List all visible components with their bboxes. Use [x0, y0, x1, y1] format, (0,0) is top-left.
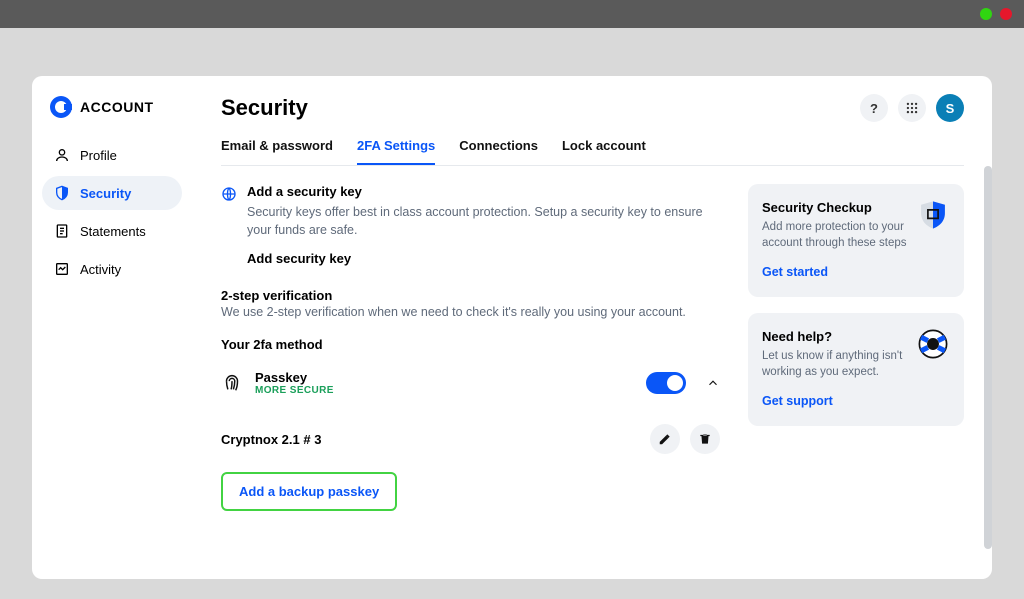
activity-icon [54, 261, 70, 277]
passkey-method-row: Passkey MORE SECURE [221, 370, 720, 396]
lifebuoy-icon [916, 327, 950, 361]
app-card: ACCOUNT Profile Security Statements Acti… [32, 76, 992, 579]
sidebar-item-statements[interactable]: Statements [42, 214, 182, 248]
need-help-panel: Need help? Let us know if anything isn't… [748, 313, 964, 426]
two-step-desc: We use 2-step verification when we need … [221, 303, 720, 321]
header-actions: ? S [860, 94, 964, 122]
sidebar-item-label: Activity [80, 262, 121, 277]
tab-connections[interactable]: Connections [459, 138, 538, 165]
settings-column: Add a security key Security keys offer b… [221, 184, 720, 511]
delete-device-button[interactable] [690, 424, 720, 454]
document-icon [54, 223, 70, 239]
fingerprint-icon [221, 372, 243, 394]
checkup-shield-icon [916, 198, 950, 232]
add-security-key-button[interactable]: Add security key [247, 251, 720, 266]
user-icon [54, 147, 70, 163]
sidebar-item-label: Profile [80, 148, 117, 163]
method-tag: MORE SECURE [255, 385, 634, 396]
globe-icon [221, 186, 237, 202]
edit-device-button[interactable] [650, 424, 680, 454]
security-checkup-panel: Security Checkup Add more protection to … [748, 184, 964, 297]
add-security-key-section: Add a security key Security keys offer b… [221, 184, 720, 266]
tab-2fa-settings[interactable]: 2FA Settings [357, 138, 435, 165]
workspace: ACCOUNT Profile Security Statements Acti… [0, 28, 1024, 599]
content-row: Add a security key Security keys offer b… [221, 184, 964, 511]
tab-lock-account[interactable]: Lock account [562, 138, 646, 165]
device-name: Cryptnox 2.1 # 3 [221, 432, 321, 447]
brand: ACCOUNT [42, 96, 182, 138]
avatar-initial: S [946, 101, 955, 116]
passkey-toggle[interactable] [646, 372, 686, 394]
window-titlebar [0, 0, 1024, 28]
sidebar-item-security[interactable]: Security [42, 176, 182, 210]
device-row: Cryptnox 2.1 # 3 [221, 424, 720, 454]
sidebar-item-profile[interactable]: Profile [42, 138, 182, 172]
tab-email-password[interactable]: Email & password [221, 138, 333, 165]
help-button[interactable]: ? [860, 94, 888, 122]
user-avatar[interactable]: S [936, 94, 964, 122]
sidebar-item-activity[interactable]: Activity [42, 252, 182, 286]
page-title: Security [221, 95, 308, 121]
method-name: Passkey [255, 370, 634, 385]
checkup-get-started-link[interactable]: Get started [762, 265, 828, 279]
two-step-method-label: Your 2fa method [221, 337, 720, 352]
sidebar-item-label: Statements [80, 224, 146, 239]
sidebar-item-label: Security [80, 186, 131, 201]
grid-icon [905, 101, 919, 115]
get-support-link[interactable]: Get support [762, 394, 833, 408]
apps-grid-button[interactable] [898, 94, 926, 122]
device-actions [650, 424, 720, 454]
two-step-title: 2-step verification [221, 288, 720, 303]
sidebar: ACCOUNT Profile Security Statements Acti… [32, 76, 192, 579]
add-backup-passkey-button[interactable]: Add a backup passkey [221, 472, 397, 511]
brand-name: ACCOUNT [80, 99, 154, 115]
help-icon: ? [870, 101, 878, 116]
trash-icon [698, 432, 712, 446]
security-key-desc: Security keys offer best in class accoun… [247, 203, 720, 239]
tabs: Email & password 2FA Settings Connection… [221, 138, 964, 166]
window-dot-green[interactable] [980, 8, 992, 20]
security-key-title: Add a security key [247, 184, 720, 199]
method-text: Passkey MORE SECURE [255, 370, 634, 396]
chevron-up-icon[interactable] [706, 376, 720, 390]
main-content: Security ? S Email & password 2FA Settin… [192, 76, 992, 579]
pencil-icon [658, 432, 672, 446]
shield-icon [54, 185, 70, 201]
window-dot-red[interactable] [1000, 8, 1012, 20]
brand-logo-icon [50, 96, 72, 118]
side-panels: Security Checkup Add more protection to … [748, 184, 964, 511]
page-header: Security ? S [221, 94, 964, 122]
